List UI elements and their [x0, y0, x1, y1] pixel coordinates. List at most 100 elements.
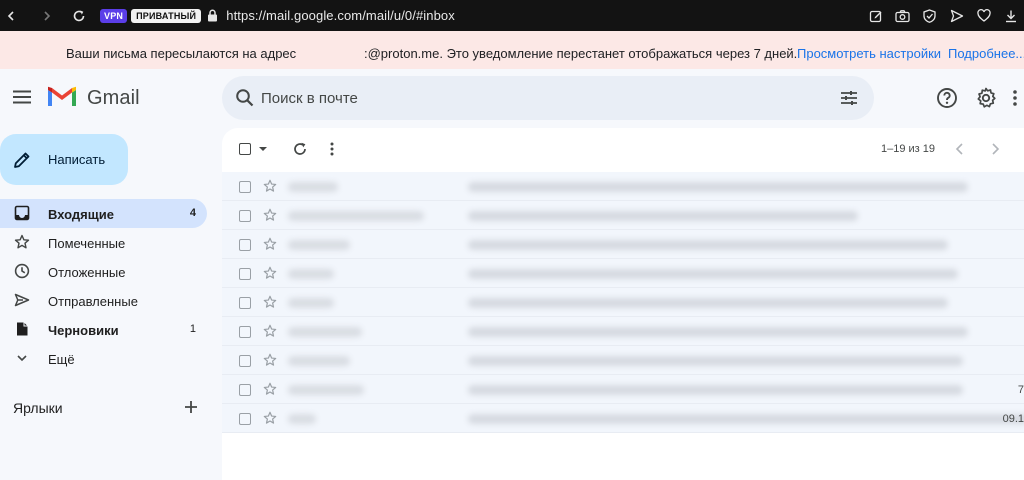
reload-icon: [73, 10, 85, 21]
subject-blurred: [468, 298, 948, 308]
compose-button[interactable]: Написать: [0, 134, 128, 185]
star-icon: [14, 234, 30, 249]
support-button[interactable]: [935, 86, 959, 110]
search-options-icon[interactable]: [839, 88, 859, 108]
banner-text-start: Ваши письма пересылаются на адрес: [66, 46, 297, 61]
sidebar-item-label: Входящие: [48, 207, 114, 222]
edit-page-button[interactable]: [862, 0, 889, 31]
chevron-left-icon[interactable]: [953, 141, 967, 157]
unread-count: 4: [189, 207, 196, 219]
sidebar-item-label: Отправленные: [48, 294, 138, 309]
add-label-icon[interactable]: [183, 399, 199, 415]
pencil-icon: [14, 152, 30, 168]
sidebar-item-sent[interactable]: Отправленные: [0, 286, 207, 315]
star-icon[interactable]: [263, 266, 277, 280]
table-row[interactable]: [222, 288, 1024, 317]
row-checkbox[interactable]: [239, 210, 251, 222]
select-all-checkbox[interactable]: [239, 143, 251, 155]
subject-blurred: [468, 269, 958, 279]
chevron-right-icon[interactable]: [988, 141, 1002, 157]
draft-count: 1: [189, 323, 196, 335]
mail-list-panel: 1–19 из 19 7 09.1: [222, 128, 1024, 480]
send-button[interactable]: [943, 0, 970, 31]
app-name[interactable]: Gmail: [87, 87, 140, 110]
lock-icon[interactable]: [207, 9, 218, 22]
table-row[interactable]: 7: [222, 375, 1024, 404]
row-checkbox[interactable]: [239, 355, 251, 367]
row-date: 09.1: [1002, 413, 1024, 425]
edit-icon: [869, 10, 881, 22]
sender-blurred: [288, 414, 316, 424]
star-icon[interactable]: [263, 179, 277, 193]
subject-blurred: [468, 385, 963, 395]
sidebar-item-starred[interactable]: Помеченные: [0, 228, 207, 257]
star-icon[interactable]: [263, 353, 277, 367]
settings-button[interactable]: [974, 86, 998, 110]
sender-blurred: [288, 182, 338, 192]
shield-button[interactable]: [916, 0, 943, 31]
star-icon[interactable]: [263, 295, 277, 309]
sender-blurred: [288, 327, 362, 337]
back-button[interactable]: [0, 0, 22, 31]
chevron-left-icon: [7, 10, 14, 21]
reload-button[interactable]: [68, 0, 90, 31]
refresh-icon[interactable]: [292, 141, 308, 157]
star-icon[interactable]: [263, 382, 277, 396]
view-settings-link[interactable]: Просмотреть настройки: [797, 46, 941, 61]
send-icon: [950, 9, 963, 22]
apps-more-button[interactable]: [1012, 86, 1024, 110]
main-menu-icon[interactable]: [12, 89, 32, 105]
banner-text-end: :@proton.me. Это уведомление перестанет …: [364, 46, 798, 61]
gear-icon: [977, 87, 996, 108]
mail-toolbar: 1–19 из 19: [222, 128, 1024, 171]
downloads-button[interactable]: [997, 0, 1024, 31]
table-row[interactable]: [222, 317, 1024, 346]
row-checkbox[interactable]: [239, 239, 251, 251]
sidebar-item-label: Помеченные: [48, 236, 126, 251]
table-row[interactable]: [222, 259, 1024, 288]
table-row[interactable]: 09.1: [222, 404, 1024, 433]
row-checkbox[interactable]: [239, 326, 251, 338]
sidebar-item-label: Черновики: [48, 323, 119, 338]
sidebar-item-inbox[interactable]: Входящие 4: [0, 199, 207, 228]
screenshot-button[interactable]: [889, 0, 916, 31]
sidebar-item-more[interactable]: Ещё: [0, 344, 207, 373]
sidebar-item-snoozed[interactable]: Отложенные: [0, 257, 207, 286]
search-icon[interactable]: [235, 88, 255, 108]
gmail-logo-icon[interactable]: [47, 86, 77, 108]
more-vertical-icon[interactable]: [329, 141, 335, 157]
address-bar[interactable]: https://mail.google.com/mail/u/0/#inbox: [226, 8, 455, 23]
star-icon[interactable]: [263, 411, 277, 425]
subject-blurred: [468, 356, 963, 366]
forward-button[interactable]: [36, 0, 58, 31]
sidebar-item-drafts[interactable]: Черновики 1: [0, 315, 207, 344]
search-input[interactable]: [261, 88, 821, 108]
star-icon[interactable]: [263, 237, 277, 251]
sender-blurred: [288, 211, 424, 221]
more-vertical-icon: [1013, 90, 1017, 106]
inbox-icon: [14, 205, 30, 221]
sender-blurred: [288, 356, 350, 366]
learn-more-link[interactable]: Подробнее...: [948, 46, 1024, 61]
sender-blurred: [288, 240, 350, 250]
row-checkbox[interactable]: [239, 384, 251, 396]
shield-icon: [923, 8, 936, 23]
subject-blurred: [468, 414, 1024, 424]
select-options-icon[interactable]: [259, 147, 267, 151]
star-icon[interactable]: [263, 324, 277, 338]
private-badge: ПРИВАТНЫЙ: [131, 8, 202, 23]
star-icon[interactable]: [263, 208, 277, 222]
table-row[interactable]: [222, 172, 1024, 201]
row-checkbox[interactable]: [239, 297, 251, 309]
clock-icon: [14, 263, 30, 279]
table-row[interactable]: [222, 230, 1024, 259]
table-row[interactable]: [222, 346, 1024, 375]
subject-blurred: [468, 327, 968, 337]
vpn-badge[interactable]: VPN: [100, 8, 128, 23]
table-row[interactable]: [222, 201, 1024, 230]
compose-label: Написать: [48, 152, 106, 167]
favorite-button[interactable]: [970, 0, 997, 31]
row-checkbox[interactable]: [239, 181, 251, 193]
row-checkbox[interactable]: [239, 268, 251, 280]
row-checkbox[interactable]: [239, 413, 251, 425]
